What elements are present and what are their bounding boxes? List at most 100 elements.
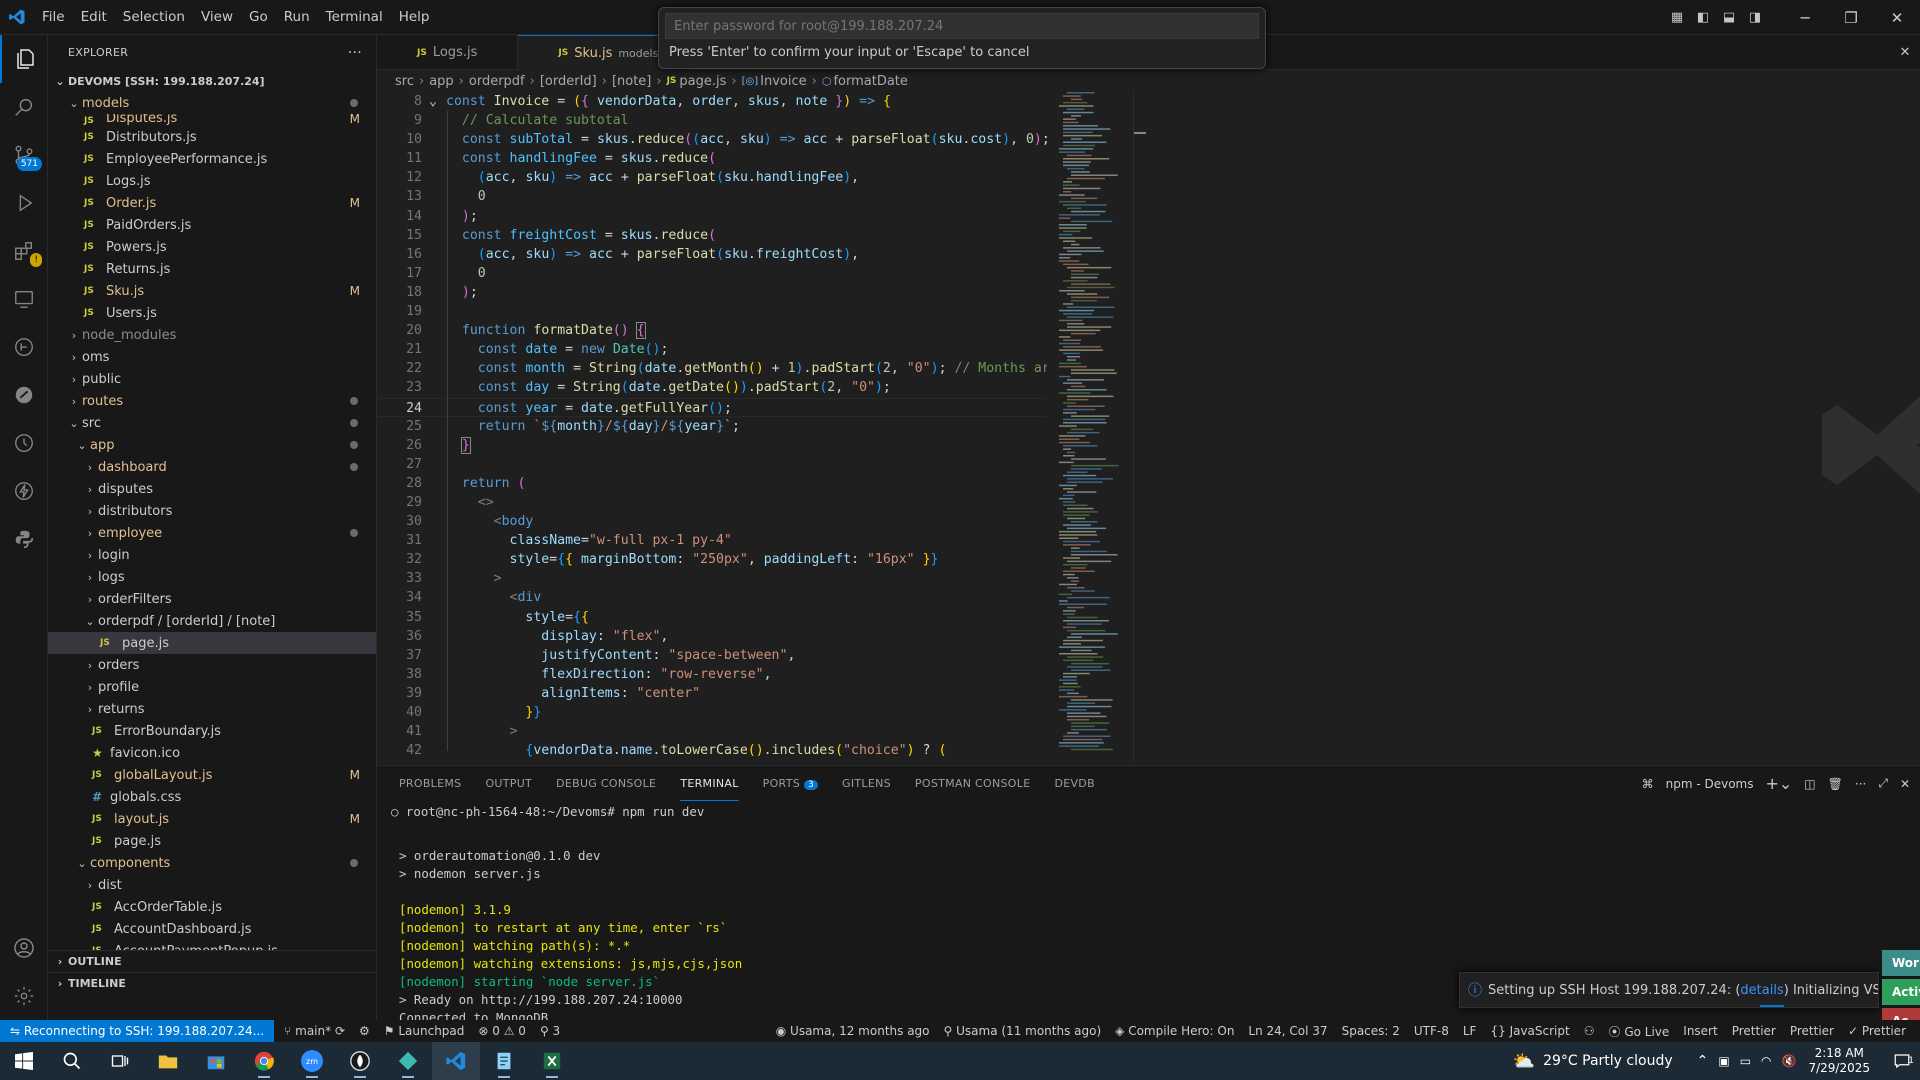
code-line[interactable]: 37 justifyContent: "space-between", [377, 646, 1047, 665]
code-line[interactable]: 20 function formatDate() { [377, 321, 1047, 340]
code-line[interactable]: 15 const freightCost = skus.reduce( [377, 226, 1047, 245]
side-tag-work[interactable]: Work [1882, 950, 1920, 976]
code-line[interactable]: 18 ); [377, 283, 1047, 302]
code-editor[interactable]: 8 ⌄ const Invoice = ({ vendorData, order, … [377, 92, 1047, 762]
file-item[interactable]: # globals.css [48, 786, 376, 808]
maximize-panel-icon[interactable]: ⤢ [1878, 776, 1888, 791]
code-line[interactable]: 38 flexDirection: "row-reverse", [377, 665, 1047, 684]
editor-scrollbar[interactable] [1133, 92, 1147, 762]
file-item[interactable]: JS globalLayout.js M [48, 764, 376, 786]
folder-item[interactable]: › routes [48, 390, 376, 412]
code-line[interactable]: 30 <body [377, 512, 1047, 531]
restore-button[interactable]: ❐ [1828, 0, 1874, 35]
panel-tab-devdb[interactable]: DEVDB [1054, 766, 1094, 801]
fold-chevron-icon[interactable]: ⌄ [429, 92, 437, 111]
breadcrumb-item[interactable]: [orderId] [540, 74, 597, 89]
code-line[interactable]: 17 0 [377, 264, 1047, 283]
cursor-position[interactable]: Ln 24, Col 37 [1248, 1024, 1327, 1038]
copilot-icon[interactable]: ⚇ [1584, 1024, 1595, 1038]
file-item[interactable]: JS layout.js M [48, 808, 376, 830]
search-icon[interactable] [0, 83, 48, 131]
folder-item[interactable]: › oms [48, 346, 376, 368]
panel-tab-debug-console[interactable]: DEBUG CONSOLE [556, 766, 656, 801]
new-terminal-icon[interactable]: +⌄ [1765, 774, 1792, 793]
chrome-icon[interactable] [240, 1042, 288, 1080]
excel-icon[interactable] [528, 1042, 576, 1080]
source-control-icon[interactable]: 571 [0, 131, 48, 179]
code-line[interactable]: 34 <div [377, 588, 1047, 607]
prettier-status-3[interactable]: ✓ Prettier [1848, 1024, 1906, 1038]
code-line[interactable]: 40 }} [377, 703, 1047, 722]
panel-tab-postman-console[interactable]: POSTMAN CONSOLE [915, 766, 1031, 801]
prettier-status-2[interactable]: Prettier [1790, 1024, 1834, 1038]
windows-start-icon[interactable] [0, 1042, 48, 1080]
breadcrumb-item[interactable]: formatDate [833, 74, 907, 89]
more-actions-icon[interactable]: ··· [1855, 777, 1866, 791]
minimize-button[interactable]: ─ [1782, 0, 1828, 35]
folder-item[interactable]: › returns [48, 698, 376, 720]
code-line[interactable]: 26 } [377, 436, 1047, 455]
breadcrumb-item[interactable]: orderpdf [469, 74, 525, 89]
app-diamond-icon[interactable] [384, 1042, 432, 1080]
problems-status[interactable]: ⊗ 0 ⚠ 0 [478, 1024, 526, 1038]
code-line[interactable]: 21 const date = new Date(); [377, 340, 1047, 359]
file-item[interactable]: JS AccountDashboard.js [48, 918, 376, 940]
file-item[interactable]: JS Users.js [48, 302, 376, 324]
code-line[interactable]: 35 style={{ [377, 608, 1047, 627]
close-window-button[interactable]: ✕ [1874, 0, 1920, 35]
breadcrumb-item[interactable]: src [395, 74, 414, 89]
thunder-client-icon[interactable] [0, 467, 48, 515]
battery-icon[interactable]: ▭ [1740, 1054, 1751, 1068]
code-line[interactable]: 23 const day = String(date.getDate()).pa… [377, 378, 1047, 397]
code-line[interactable]: 24 const year = date.getFullYear(); [377, 397, 1047, 417]
vscode-taskbar-icon[interactable] [432, 1042, 480, 1080]
weather-text[interactable]: 29°C Partly cloudy [1543, 1053, 1673, 1069]
wifi-icon[interactable]: ◠ [1761, 1054, 1771, 1068]
folder-item[interactable]: › dashboard [48, 456, 376, 478]
file-item[interactable]: JS EmployeePerformance.js [48, 148, 376, 170]
code-line[interactable]: 11 const handlingFee = skus.reduce( [377, 149, 1047, 168]
password-input[interactable] [665, 13, 1259, 39]
folder-item[interactable]: › public [48, 368, 376, 390]
menu-edit[interactable]: Edit [73, 0, 115, 35]
menu-view[interactable]: View [193, 0, 241, 35]
microsoft-store-icon[interactable] [192, 1042, 240, 1080]
folder-item[interactable]: ⌄ app [48, 434, 376, 456]
code-line[interactable]: 22 const month = String(date.getMonth() … [377, 359, 1047, 378]
breadcrumb-item[interactable]: Invoice [760, 74, 806, 89]
panel-tab-ports[interactable]: PORTS 3 [763, 766, 819, 801]
file-explorer-icon[interactable] [144, 1042, 192, 1080]
zoom-icon[interactable]: zm [288, 1042, 336, 1080]
launchpad-status[interactable]: ⚑ Launchpad [384, 1024, 465, 1038]
code-line[interactable]: 9 // Calculate subtotal [377, 111, 1047, 130]
split-terminal-icon[interactable]: ◫ [1804, 777, 1815, 791]
folder-item[interactable]: ⌄ orderpdf / [orderId] / [note] [48, 610, 376, 632]
panel-tab-terminal[interactable]: TERMINAL [680, 766, 739, 801]
file-item[interactable]: JS PaidOrders.js [48, 214, 376, 236]
code-line[interactable]: 31 className="w-full px-1 py-4" [377, 531, 1047, 550]
remote-explorer-icon[interactable] [0, 275, 48, 323]
extensions-icon[interactable]: ! [0, 227, 48, 275]
code-line[interactable]: 42 {vendorData.name.toLowerCase().includ… [377, 741, 1047, 760]
tab-logs-js[interactable]: JS Logs.js [377, 35, 519, 70]
code-line[interactable]: 25 return `${month}/${day}/${year}`; [377, 417, 1047, 436]
remote-status[interactable]: ⇋ Reconnecting to SSH: 199.188.207.24... [0, 1020, 275, 1042]
explorer-icon[interactable] [0, 35, 48, 83]
file-item[interactable]: JS Logs.js [48, 170, 376, 192]
prettier-status-1[interactable]: Prettier [1732, 1024, 1776, 1038]
code-line[interactable]: 12 (acc, sku) => acc + parseFloat(sku.ha… [377, 168, 1047, 187]
workspace-root[interactable]: ⌄ DEVOMS [SSH: 199.188.207.24] [48, 70, 376, 92]
code-line[interactable]: 28 return ( [377, 474, 1047, 493]
file-item[interactable]: JSAccountPaymentPopup.js [48, 940, 376, 951]
notification-center-icon[interactable]: 1 [1884, 1052, 1920, 1070]
file-item[interactable]: JS page.js [48, 830, 376, 852]
kill-terminal-icon[interactable]: 🗑 [1828, 777, 1843, 791]
indentation[interactable]: Spaces: 2 [1342, 1024, 1400, 1038]
branch-status[interactable]: ⑂ main* ⟳ [284, 1024, 345, 1038]
file-item[interactable]: JS Disputes.js M [48, 114, 376, 126]
language-mode[interactable]: {} JavaScript [1490, 1024, 1569, 1038]
folder-item[interactable]: › profile [48, 676, 376, 698]
run-debug-icon[interactable] [0, 179, 48, 227]
code-line[interactable]: 41 > [377, 722, 1047, 741]
terminal-name[interactable]: npm - Devoms [1666, 777, 1754, 791]
